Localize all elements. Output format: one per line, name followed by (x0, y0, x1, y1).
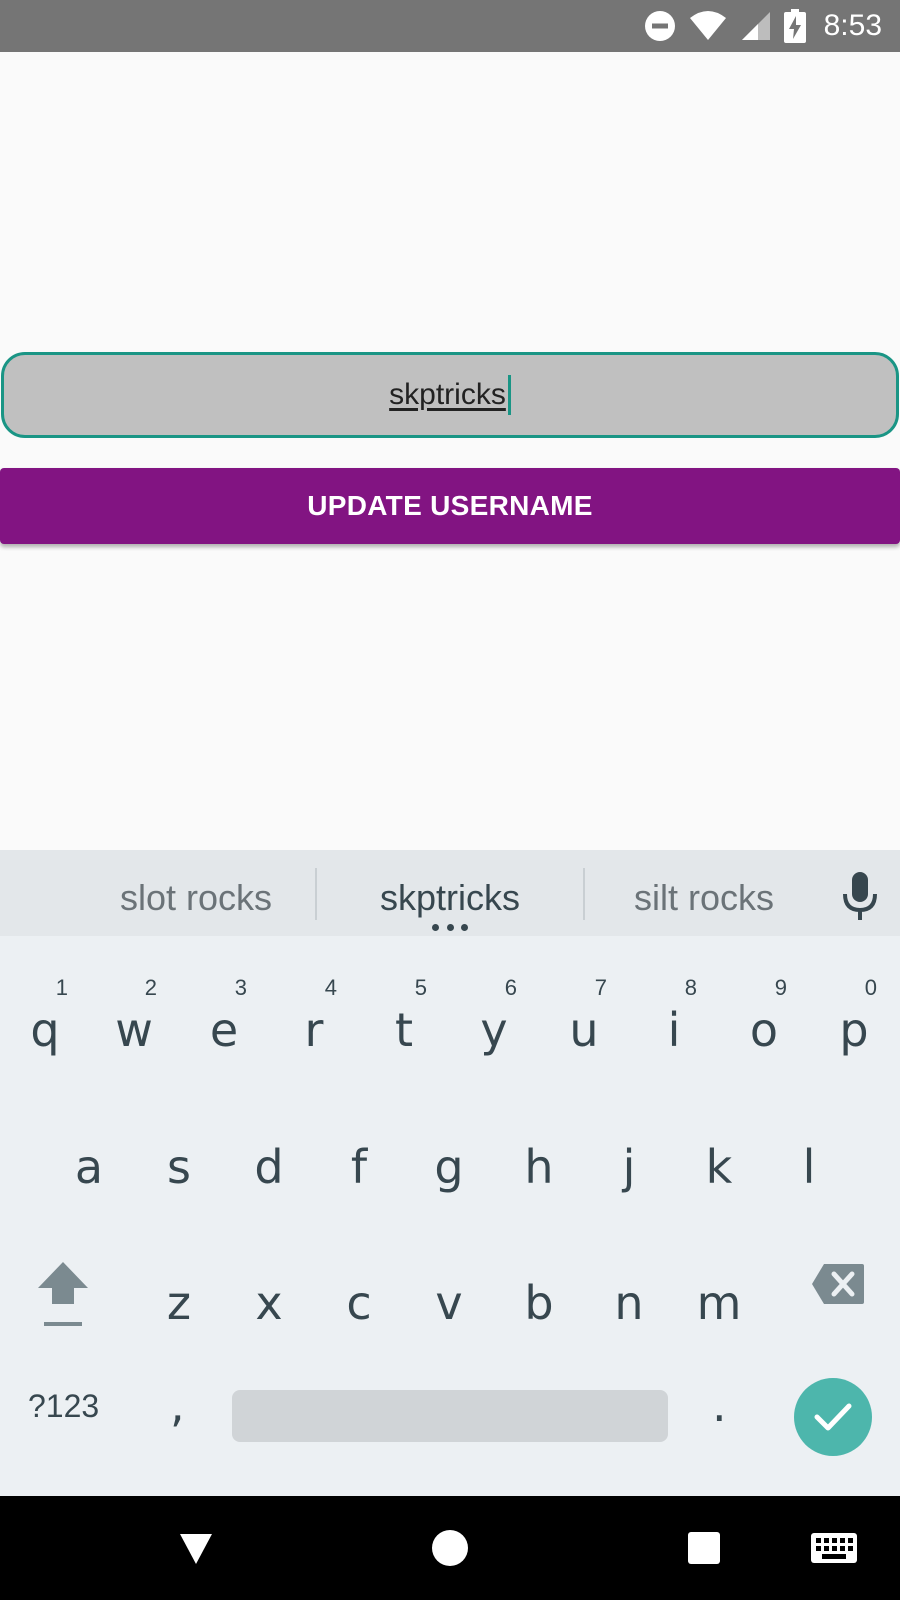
key-z[interactable]: z (150, 1278, 208, 1328)
key-label: m (696, 1276, 742, 1330)
key-t[interactable]: 5t (375, 975, 433, 1057)
more-suggestions-icon[interactable] (432, 924, 468, 932)
key-label: i (667, 1003, 681, 1057)
back-icon (180, 1534, 212, 1564)
microphone-icon[interactable] (842, 872, 878, 922)
app-content: skptricks UPDATE USERNAME (0, 52, 900, 850)
space-bar[interactable] (232, 1390, 668, 1442)
update-username-button[interactable]: UPDATE USERNAME (0, 468, 900, 544)
key-o[interactable]: 9o (735, 975, 793, 1057)
text-cursor (507, 375, 511, 415)
username-input[interactable]: skptricks (1, 352, 899, 438)
suggestion-right[interactable]: silt rocks (610, 850, 798, 936)
key-label: a (74, 1140, 104, 1194)
battery-charging-icon (783, 9, 806, 43)
comma-key[interactable]: , (170, 1378, 185, 1432)
key-hint: 3 (234, 975, 247, 1000)
key-r[interactable]: 4r (285, 975, 343, 1057)
key-b[interactable]: b (510, 1278, 568, 1328)
key-label: o (749, 1003, 779, 1057)
key-label: e (209, 1003, 239, 1057)
key-hint: 7 (594, 975, 607, 1000)
key-k[interactable]: k (690, 1142, 748, 1192)
key-label: j (622, 1140, 636, 1194)
key-n[interactable]: n (600, 1278, 658, 1328)
suggestion-divider (315, 868, 317, 920)
suggestion-divider (583, 868, 585, 920)
key-label: s (167, 1140, 191, 1194)
cellular-signal-icon (741, 12, 770, 40)
suggestion-left[interactable]: slot rocks (100, 850, 292, 936)
key-w[interactable]: 2w (105, 975, 163, 1057)
backspace-icon[interactable] (810, 1262, 866, 1306)
home-icon (432, 1530, 468, 1566)
back-button[interactable] (158, 1496, 234, 1600)
key-hint: 1 (55, 975, 68, 1000)
key-p[interactable]: 0p (825, 975, 883, 1057)
key-label: w (115, 1003, 153, 1057)
keyboard-switch-button[interactable] (796, 1496, 872, 1600)
key-h[interactable]: h (510, 1142, 568, 1192)
key-hint: 8 (684, 975, 697, 1000)
key-v[interactable]: v (420, 1278, 478, 1328)
key-label: h (524, 1140, 554, 1194)
soft-keyboard: slot rocks skptricks silt rocks 1q 2w 3e… (0, 850, 900, 1496)
key-g[interactable]: g (420, 1142, 478, 1192)
clock: 8:53 (823, 9, 882, 42)
period-key[interactable]: . (712, 1378, 727, 1432)
key-label: q (30, 1003, 60, 1057)
key-label: z (166, 1276, 192, 1330)
key-a[interactable]: a (60, 1142, 118, 1192)
key-hint: 4 (324, 975, 337, 1000)
key-q[interactable]: 1q (16, 975, 74, 1057)
key-l[interactable]: l (780, 1142, 838, 1192)
key-label: x (255, 1276, 283, 1330)
key-c[interactable]: c (330, 1278, 388, 1328)
key-label: u (569, 1003, 599, 1057)
key-e[interactable]: 3e (195, 975, 253, 1057)
key-i[interactable]: 8i (645, 975, 703, 1057)
home-button[interactable] (412, 1496, 488, 1600)
key-label: f (350, 1140, 368, 1194)
suggestion-strip: slot rocks skptricks silt rocks (0, 850, 900, 936)
key-s[interactable]: s (150, 1142, 208, 1192)
key-label: p (839, 1003, 869, 1057)
key-x[interactable]: x (240, 1278, 298, 1328)
key-hint: 6 (504, 975, 517, 1000)
key-label: t (394, 1003, 414, 1057)
key-label: b (524, 1276, 554, 1330)
recents-button[interactable] (666, 1496, 742, 1600)
key-label: n (614, 1276, 644, 1330)
do-not-disturb-icon (644, 11, 675, 41)
key-hint: 5 (414, 975, 427, 1000)
status-icons: 8:53 (644, 0, 882, 52)
username-input-value: skptricks (389, 378, 506, 411)
recents-icon (688, 1532, 720, 1564)
key-label: g (434, 1140, 464, 1194)
key-f[interactable]: f (330, 1142, 388, 1192)
key-m[interactable]: m (690, 1278, 748, 1328)
key-d[interactable]: d (240, 1142, 298, 1192)
done-key[interactable] (794, 1378, 872, 1456)
key-y[interactable]: 6y (465, 975, 523, 1057)
status-bar: 8:53 (0, 0, 900, 52)
key-j[interactable]: j (600, 1142, 658, 1192)
key-hint: 0 (864, 975, 877, 1000)
key-label: c (346, 1276, 372, 1330)
key-hint: 9 (774, 975, 787, 1000)
key-u[interactable]: 7u (555, 975, 613, 1057)
keyboard-switch-icon (811, 1533, 857, 1563)
key-label: r (304, 1003, 324, 1057)
shift-icon[interactable] (36, 1258, 90, 1330)
wifi-icon (689, 11, 726, 40)
key-label: k (705, 1140, 733, 1194)
key-label: y (480, 1003, 508, 1057)
checkmark-icon (814, 1403, 852, 1431)
navigation-bar (0, 1496, 900, 1600)
key-label: v (435, 1276, 463, 1330)
key-hint: 2 (144, 975, 157, 1000)
key-label: d (254, 1140, 284, 1194)
symbols-key[interactable]: ?123 (28, 1388, 99, 1425)
key-label: l (802, 1140, 816, 1194)
